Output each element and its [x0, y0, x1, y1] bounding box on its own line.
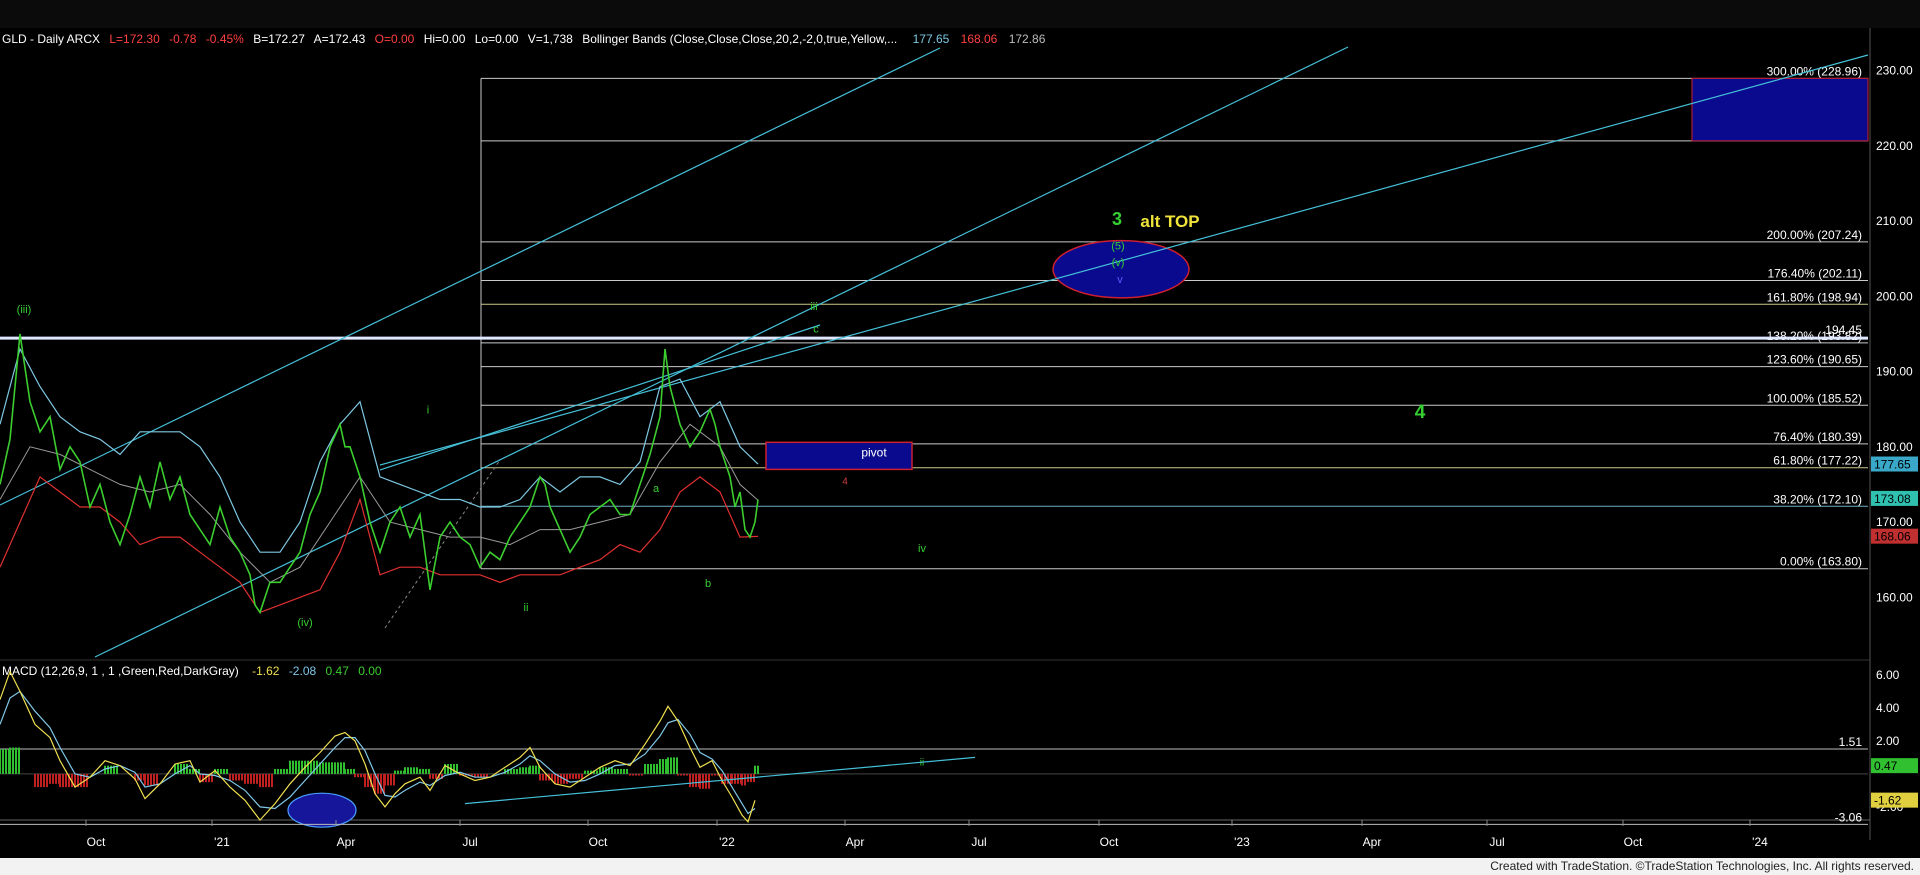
plot-area [0, 28, 1870, 668]
target-box-upper [1691, 77, 1869, 142]
macd-ellipse [287, 792, 357, 828]
time-tick-label: Jul [462, 835, 477, 849]
time-tick-label: '23 [1234, 835, 1250, 849]
macd-badge-label: -1.62 [1874, 794, 1902, 808]
fib-level-label: 61.80% (177.22) [1773, 454, 1862, 468]
time-tick-label: '21 [214, 835, 230, 849]
footer-credit: Created with TradeStation. ©TradeStation… [1490, 859, 1914, 873]
bb-lower-value: 168.06 [961, 32, 998, 46]
time-tick-label: '22 [719, 835, 735, 849]
fib-level-label: 0.00% (163.80) [1780, 555, 1862, 569]
price-change-pct: -0.45% [206, 32, 244, 46]
fib-level-label: 176.40% (202.11) [1767, 266, 1862, 280]
time-tick-label: Oct [87, 835, 106, 849]
price-tick-label: 200.00 [1876, 289, 1913, 303]
time-tick-label: Oct [1624, 835, 1643, 849]
wave-label: ii [920, 758, 924, 769]
price-tick-label: 170.00 [1876, 515, 1913, 529]
wave-label: b [705, 578, 711, 590]
wave-label: (5) [1111, 241, 1124, 253]
time-tick-label: Oct [1100, 835, 1119, 849]
bb-upper-value: 177.65 [913, 32, 950, 46]
macd-signal-line [0, 690, 756, 815]
ask-price: A=172.43 [314, 32, 366, 46]
macd-value: -1.62 [252, 664, 280, 678]
wave-label: iii [810, 301, 817, 313]
symbol-label: GLD - Daily ARCX [2, 32, 100, 46]
wave-label: v [1117, 274, 1123, 286]
bollinger-label: Bollinger Bands (Close,Close,Close,20,2,… [582, 32, 897, 46]
price-badge-label: 177.65 [1874, 458, 1911, 472]
wave-label: ii [524, 602, 529, 614]
price-tick-label: 160.00 [1876, 590, 1913, 604]
wave-4-label: 4 [1415, 402, 1426, 423]
wave-label: (iii) [17, 304, 32, 316]
fib-level-label: 200.00% (207.24) [1767, 228, 1862, 242]
footer-bar: Created with TradeStation. ©TradeStation… [0, 858, 1920, 875]
macd-level-label: 1.51 [1839, 735, 1863, 749]
fib-level-label: 76.40% (180.39) [1773, 430, 1862, 444]
fib-level-label: 161.80% (198.94) [1767, 290, 1862, 304]
alt-top-label: alt TOP [1140, 212, 1199, 231]
high-price: Hi=0.00 [424, 32, 466, 46]
fib-level-label: 100.00% (185.52) [1767, 391, 1862, 405]
pivot-box [765, 441, 913, 471]
macd-zero-value: 0.00 [358, 664, 382, 678]
macd-badge-label: 0.47 [1874, 759, 1898, 773]
macd-line [0, 670, 756, 823]
macd-tick-label: 6.00 [1876, 668, 1900, 682]
fib-level-label: 38.20% (172.10) [1773, 492, 1862, 506]
pivot-label: pivot [861, 446, 887, 460]
bb-mid-value: 172.86 [1009, 32, 1046, 46]
wave-3-label: 3 [1112, 209, 1122, 229]
wave-label: (iv) [297, 617, 312, 629]
macd-panel: 1.51-3.066.004.002.00-2.000.47-1.62 [0, 668, 1918, 825]
macd-hist-value: 0.47 [326, 664, 350, 678]
price-tick-label: 190.00 [1876, 365, 1913, 379]
time-tick-label: Jul [1489, 835, 1504, 849]
bid-price: B=172.27 [253, 32, 305, 46]
wave-label: a [653, 483, 660, 495]
price-change: -0.78 [169, 32, 197, 46]
price-chart[interactable]: GLD - Daily ARCX L=172.30 -0.78 -0.45% B… [0, 0, 1920, 858]
time-tick-label: Oct [589, 835, 608, 849]
time-tick-label: Jul [971, 835, 986, 849]
volume: V=1,738 [528, 32, 573, 46]
macd-tick-label: 2.00 [1876, 734, 1900, 748]
price-badge-label: 168.06 [1874, 530, 1911, 544]
macd-tick-label: 4.00 [1876, 701, 1900, 715]
price-badge-label: 173.08 [1874, 492, 1911, 506]
price-tick-label: 230.00 [1876, 64, 1913, 78]
wave-label: c [813, 323, 819, 335]
wave-label: (v) [1112, 257, 1125, 269]
time-tick-label: Apr [1363, 835, 1382, 849]
price-tick-label: 220.00 [1876, 139, 1913, 153]
macd-level-label: -3.06 [1835, 810, 1863, 824]
time-tick-label: '24 [1752, 835, 1768, 849]
wave-label: iv [918, 543, 926, 555]
open-price: O=0.00 [375, 32, 415, 46]
resistance-label: 194.45 [1825, 323, 1862, 337]
fib-level-label: 123.60% (190.65) [1767, 353, 1862, 367]
price-tick-label: 180.00 [1876, 440, 1913, 454]
price-axis: 160.00 170.00 180.00 190.00 200.00 210.00 220.… [1876, 64, 1913, 605]
fib-level-label: 300.00% (228.96) [1767, 64, 1862, 78]
macd-trend-line [464, 756, 976, 805]
wave-label: i [427, 405, 429, 417]
wave-label: 4 [842, 476, 848, 487]
price-tick-label: 210.00 [1876, 214, 1913, 228]
price-badges: 177.65 173.08 168.06 [1871, 456, 1918, 544]
macd-label: MACD (12,26,9, 1 , 1 ,Green,Red,DarkGray… [2, 664, 239, 678]
time-tick-label: Apr [337, 835, 356, 849]
low-price: Lo=0.00 [475, 32, 519, 46]
macd-signal-value: -2.08 [289, 664, 317, 678]
last-price: L=172.30 [109, 32, 160, 46]
time-tick-label: Apr [846, 835, 865, 849]
macd-header: MACD (12,26,9, 1 , 1 ,Green,Red,DarkGray… [2, 664, 382, 678]
